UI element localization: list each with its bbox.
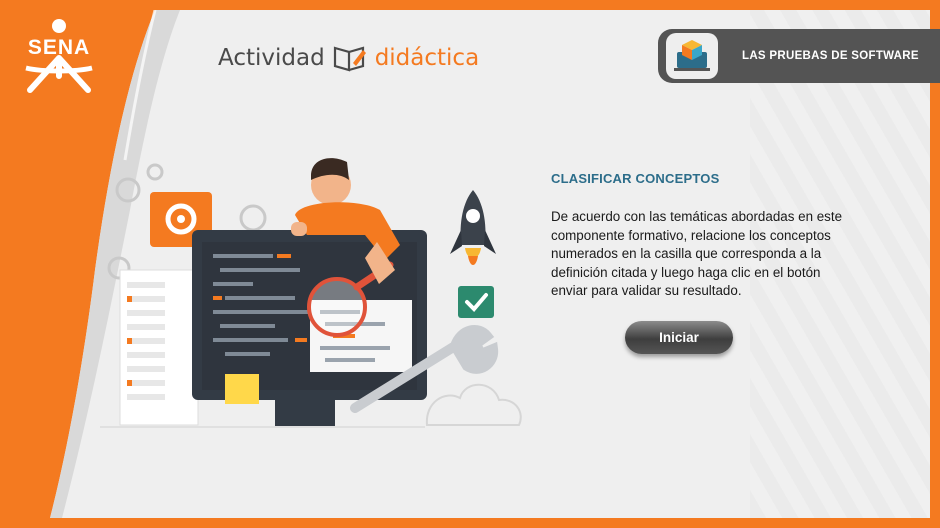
brand-actividad: Actividad [218, 45, 325, 71]
developer-illustration [100, 158, 522, 428]
check-badge [458, 286, 494, 318]
topic-label: LAS PRUEBAS DE SOFTWARE [742, 50, 919, 62]
book-pencil-icon [333, 46, 366, 72]
activity-brand: Actividad didáctica [218, 42, 479, 74]
sena-logo-text: SENA [27, 36, 91, 59]
cloud [425, 383, 522, 426]
laptop-cube-icon [666, 33, 718, 79]
server-rack [119, 269, 199, 426]
sena-logo: SENA [18, 18, 100, 98]
topic-header-bar: LAS PRUEBAS DE SOFTWARE [658, 29, 940, 83]
start-button[interactable]: Iniciar [625, 321, 733, 354]
sticky-note [225, 374, 259, 404]
activity-description: De acuerdo con las temáticas abordadas e… [551, 209, 843, 299]
activity-title: CLASIFICAR CONCEPTOS [551, 171, 720, 186]
rocket [450, 190, 496, 265]
brand-didactica: didáctica [374, 45, 480, 71]
